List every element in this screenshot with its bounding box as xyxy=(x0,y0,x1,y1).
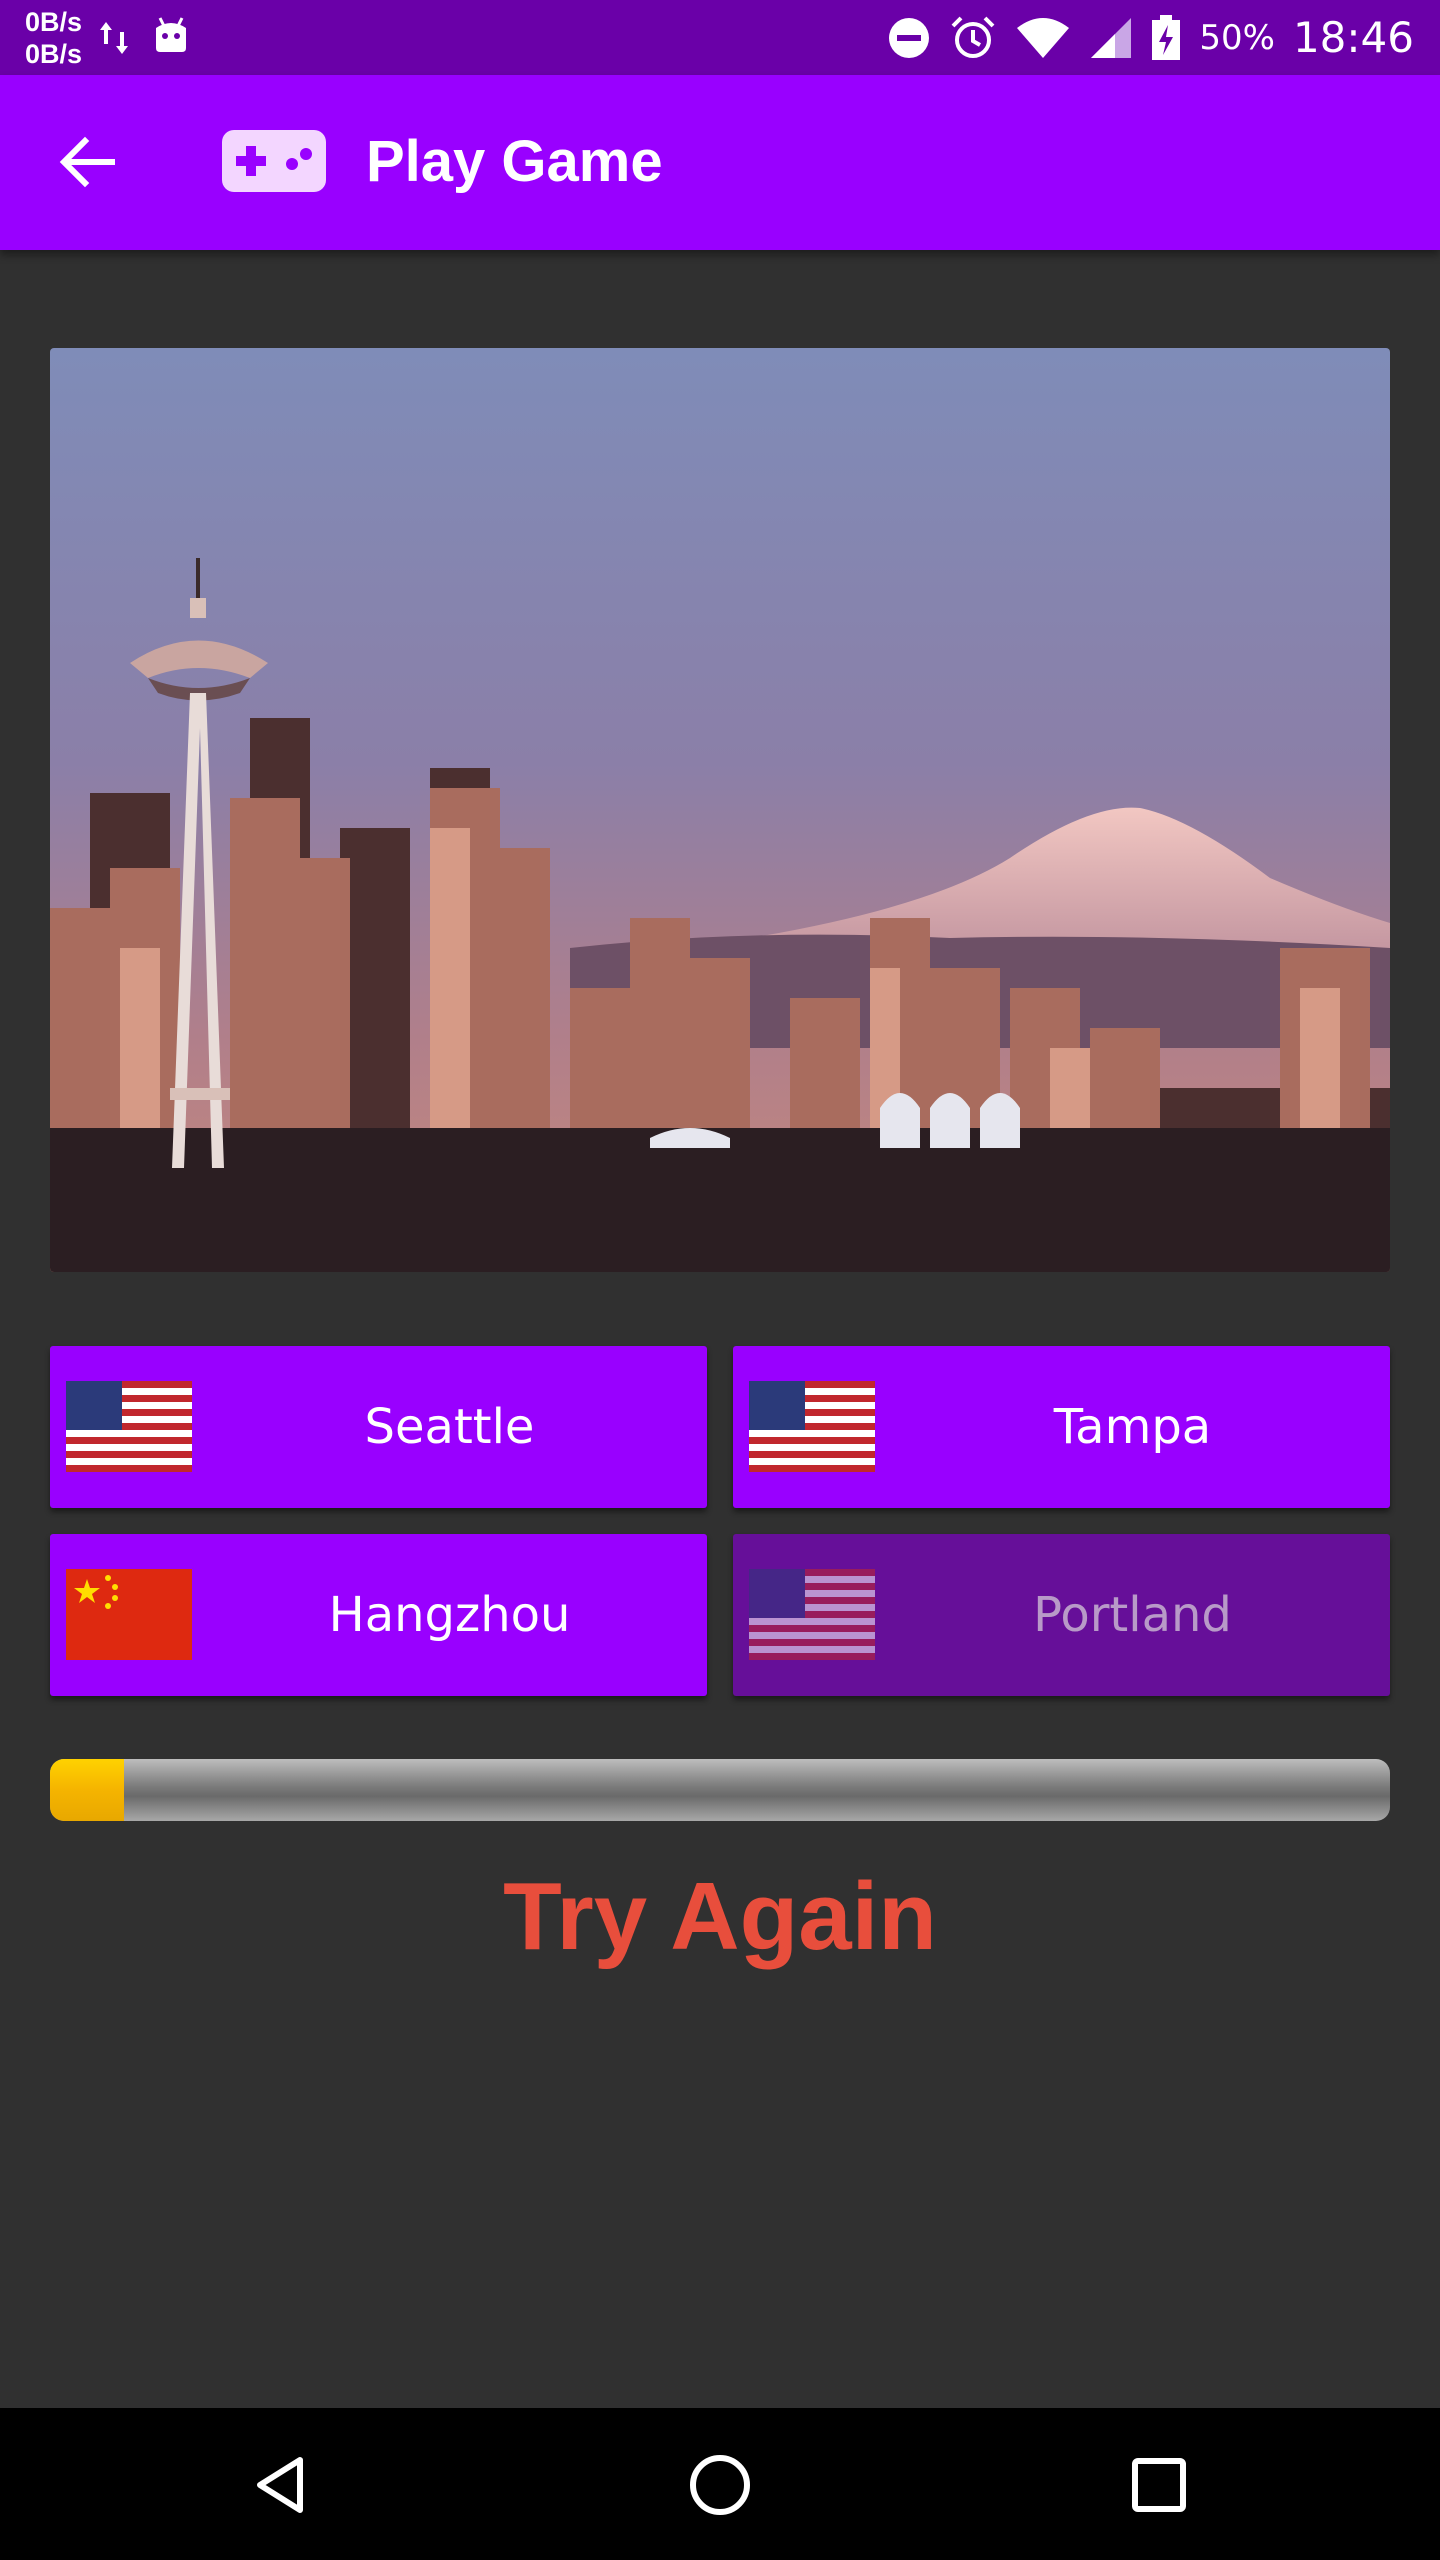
do-not-disturb-icon xyxy=(889,17,930,58)
back-triangle-icon[interactable] xyxy=(248,2450,318,2520)
progress-fill xyxy=(50,1759,124,1821)
china-flag-icon xyxy=(66,1569,192,1660)
battery-charging-icon xyxy=(1152,14,1181,60)
us-flag-icon xyxy=(749,1381,875,1472)
seattle-skyline-photo xyxy=(50,348,1390,1272)
network-speed: 0B/s 0B/s xyxy=(25,6,82,70)
answer-button-portland: Portland xyxy=(733,1534,1390,1696)
arrow-back-icon[interactable] xyxy=(52,127,122,197)
answer-button-hangzhou[interactable]: Hangzhou xyxy=(50,1534,707,1696)
answer-label: Portland xyxy=(1033,1587,1232,1643)
us-flag-icon xyxy=(66,1381,192,1472)
answer-button-tampa[interactable]: Tampa xyxy=(733,1346,1390,1508)
answer-label: Hangzhou xyxy=(328,1587,571,1643)
app-bar: Play Game xyxy=(0,75,1440,250)
alarm-icon xyxy=(951,16,995,58)
answer-button-seattle[interactable]: Seattle xyxy=(50,1346,707,1508)
status-bar: 0B/s 0B/s 50% 18:46 xyxy=(0,0,1440,75)
gamepad-icon xyxy=(222,130,326,192)
status-icons: 50% 18:46 xyxy=(887,0,1414,75)
timer-progress-bar xyxy=(50,1759,1390,1821)
wifi-icon xyxy=(1017,17,1070,58)
net-down-text: 0B/s xyxy=(25,39,83,69)
transfer-arrows-icon xyxy=(100,22,128,54)
battery-percent: 50% xyxy=(1199,17,1275,58)
clock: 18:46 xyxy=(1292,13,1414,62)
answer-label: Tampa xyxy=(1053,1399,1212,1455)
result-text: Try Again xyxy=(503,1863,937,1970)
page-title: Play Game xyxy=(366,129,663,194)
system-nav-bar xyxy=(0,2408,1440,2560)
signal-icon xyxy=(1091,17,1132,58)
home-circle-icon[interactable] xyxy=(685,2450,755,2520)
answer-label: Seattle xyxy=(364,1399,535,1455)
us-flag-icon xyxy=(749,1569,875,1660)
recents-square-icon[interactable] xyxy=(1124,2450,1194,2520)
net-up-text: 0B/s xyxy=(25,7,83,37)
android-icon xyxy=(156,17,186,52)
